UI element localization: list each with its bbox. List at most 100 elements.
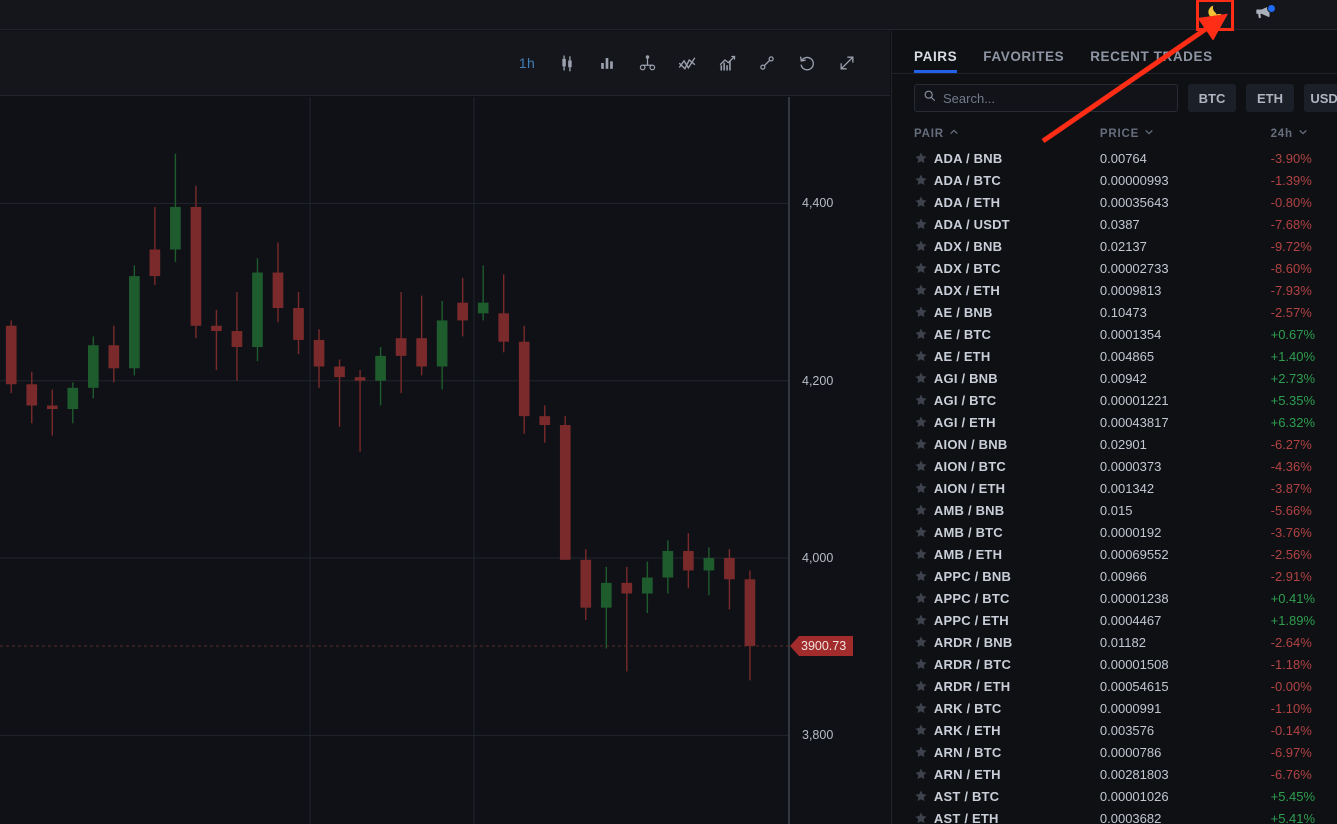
filter-chip-usdt[interactable]: USDT	[1304, 84, 1337, 112]
favorite-star-icon[interactable]	[914, 767, 934, 781]
table-row[interactable]: ARN / ETH 0.00281803 -6.76%	[892, 763, 1337, 785]
favorite-star-icon[interactable]	[914, 261, 934, 275]
table-row[interactable]: AE / ETH 0.004865 +1.40%	[892, 345, 1337, 367]
bar-chart-icon[interactable]	[590, 46, 624, 80]
table-row[interactable]: AMB / BNB 0.015 -5.66%	[892, 499, 1337, 521]
table-row[interactable]: ADX / BTC 0.00002733 -8.60%	[892, 257, 1337, 279]
favorite-star-icon[interactable]	[914, 415, 934, 429]
pair-symbol: ADX / BTC	[933, 260, 1001, 276]
pair-price: 0.00001026	[1099, 788, 1169, 804]
table-row[interactable]: ADA / USDT 0.0387 -7.68%	[892, 213, 1337, 235]
pair-price: 0.0000991	[1099, 700, 1162, 716]
column-header-price[interactable]: PRICE	[1100, 127, 1271, 140]
indicators-icon[interactable]	[630, 46, 664, 80]
favorite-star-icon[interactable]	[914, 151, 934, 165]
table-row[interactable]: ADA / ETH 0.00035643 -0.80%	[892, 191, 1337, 213]
table-row[interactable]: ADX / BNB 0.02137 -9.72%	[892, 235, 1337, 257]
favorite-star-icon[interactable]	[914, 745, 934, 759]
search-input[interactable]	[943, 90, 1169, 106]
favorite-star-icon[interactable]	[914, 635, 934, 649]
table-row[interactable]: AION / BNB 0.02901 -6.27%	[892, 433, 1337, 455]
favorite-star-icon[interactable]	[914, 701, 934, 715]
filter-chip-btc[interactable]: BTC	[1188, 84, 1236, 112]
pair-price: 0.00966	[1099, 568, 1147, 584]
favorite-star-icon[interactable]	[914, 503, 934, 517]
table-row[interactable]: ARN / BTC 0.0000786 -6.97%	[892, 741, 1337, 763]
table-row[interactable]: ARK / ETH 0.003576 -0.14%	[892, 719, 1337, 741]
favorite-star-icon[interactable]	[914, 569, 934, 583]
table-row[interactable]: AE / BNB 0.10473 -2.57%	[892, 301, 1337, 323]
favorite-star-icon[interactable]	[914, 789, 934, 803]
pair-symbol: AMB / ETH	[933, 546, 1003, 562]
candlestick-chart-icon[interactable]	[550, 46, 584, 80]
search-box[interactable]	[914, 84, 1178, 112]
pairs-table-body[interactable]: ADA / BNB 0.00764 -3.90% ADA / BTC 0.0000099…	[892, 147, 1337, 824]
favorite-star-icon[interactable]	[914, 371, 934, 385]
table-row[interactable]: APPC / ETH 0.0004467 +1.89%	[892, 609, 1337, 631]
price-axis[interactable]: 4,400 4,200 4,000 3,800 3900.73	[790, 97, 890, 824]
favorite-star-icon[interactable]	[914, 349, 934, 363]
favorite-star-icon[interactable]	[914, 613, 934, 627]
favorite-star-icon[interactable]	[914, 481, 934, 495]
table-row[interactable]: ARDR / BNB 0.01182 -2.64%	[892, 631, 1337, 653]
table-row[interactable]: AMB / ETH 0.00069552 -2.56%	[892, 543, 1337, 565]
favorite-star-icon[interactable]	[914, 591, 934, 605]
table-row[interactable]: AE / BTC 0.0001354 +0.67%	[892, 323, 1337, 345]
table-row[interactable]: ARDR / BTC 0.00001508 -1.18%	[892, 653, 1337, 675]
favorite-star-icon[interactable]	[914, 459, 934, 473]
filter-chip-eth[interactable]: ETH	[1246, 84, 1294, 112]
table-row[interactable]: AION / ETH 0.001342 -3.87%	[892, 477, 1337, 499]
tab-recent-trades[interactable]: RECENT TRADES	[1090, 49, 1213, 73]
favorite-star-icon[interactable]	[914, 173, 934, 187]
favorite-star-icon[interactable]	[914, 811, 934, 824]
favorite-star-icon[interactable]	[914, 657, 934, 671]
tab-pairs[interactable]: PAIRS	[914, 49, 958, 73]
announcements-button[interactable]	[1245, 0, 1281, 30]
pair-change: -1.39%	[1270, 172, 1312, 188]
table-row[interactable]: ADA / BNB 0.00764 -3.90%	[892, 147, 1337, 169]
chevron-down-icon	[1144, 127, 1154, 140]
favorite-star-icon[interactable]	[914, 327, 934, 341]
trend-line-icon[interactable]	[750, 46, 784, 80]
favorite-star-icon[interactable]	[914, 393, 934, 407]
favorite-star-icon[interactable]	[914, 437, 934, 451]
table-row[interactable]: AGI / BNB 0.00942 +2.73%	[892, 367, 1337, 389]
favorite-star-icon[interactable]	[914, 283, 934, 297]
fullscreen-icon[interactable]	[830, 46, 864, 80]
table-row[interactable]: APPC / BTC 0.00001238 +0.41%	[892, 587, 1337, 609]
favorite-star-icon[interactable]	[914, 679, 934, 693]
table-row[interactable]: AGI / BTC 0.00001221 +5.35%	[892, 389, 1337, 411]
favorite-star-icon[interactable]	[914, 723, 934, 737]
column-header-change[interactable]: 24h	[1271, 127, 1337, 140]
interval-selector[interactable]: 1h	[510, 55, 544, 71]
favorite-star-icon[interactable]	[914, 195, 934, 209]
table-row[interactable]: AION / BTC 0.0000373 -4.36%	[892, 455, 1337, 477]
reset-icon[interactable]	[790, 46, 824, 80]
pair-change: -3.87%	[1270, 480, 1312, 496]
pair-change: -6.76%	[1270, 766, 1312, 782]
price-chart[interactable]: 4,400 4,200 4,000 3,800 3900.73	[0, 97, 890, 824]
table-row[interactable]: AMB / BTC 0.0000192 -3.76%	[892, 521, 1337, 543]
table-row[interactable]: ARDR / ETH 0.00054615 -0.00%	[892, 675, 1337, 697]
table-row[interactable]: ADA / BTC 0.00000993 -1.39%	[892, 169, 1337, 191]
table-row[interactable]: ARK / BTC 0.0000991 -1.10%	[892, 697, 1337, 719]
favorite-star-icon[interactable]	[914, 305, 934, 319]
table-row[interactable]: AGI / ETH 0.00043817 +6.32%	[892, 411, 1337, 433]
area-chart-icon[interactable]	[710, 46, 744, 80]
pair-change: -2.57%	[1270, 304, 1312, 320]
tab-favorites[interactable]: FAVORITES	[983, 49, 1064, 73]
dark-mode-toggle[interactable]	[1196, 0, 1234, 31]
favorite-star-icon[interactable]	[914, 239, 934, 253]
column-header-pair[interactable]: PAIR	[914, 127, 1100, 140]
table-row[interactable]: AST / ETH 0.0003682 +5.41%	[892, 807, 1337, 824]
pair-symbol: APPC / BNB	[933, 568, 1012, 584]
table-row[interactable]: AST / BTC 0.00001026 +5.45%	[892, 785, 1337, 807]
table-row[interactable]: APPC / BNB 0.00966 -2.91%	[892, 565, 1337, 587]
pair-price: 0.0000373	[1099, 458, 1162, 474]
zigzag-line-icon[interactable]	[670, 46, 704, 80]
favorite-star-icon[interactable]	[914, 547, 934, 561]
favorite-star-icon[interactable]	[914, 217, 934, 231]
favorite-star-icon[interactable]	[914, 525, 934, 539]
axis-tick-label: 4,200	[802, 373, 834, 388]
table-row[interactable]: ADX / ETH 0.0009813 -7.93%	[892, 279, 1337, 301]
